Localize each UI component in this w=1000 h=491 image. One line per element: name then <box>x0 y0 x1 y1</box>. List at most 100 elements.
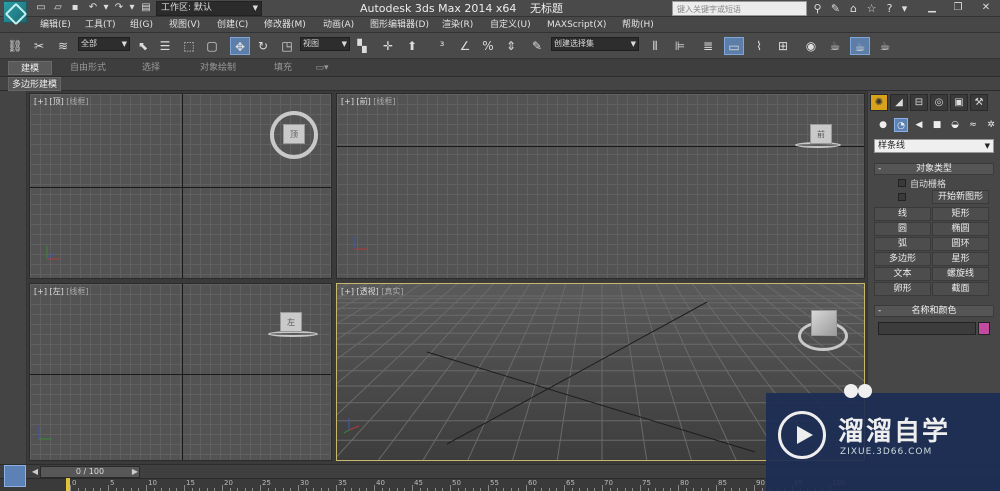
help-icon[interactable]: ? <box>882 1 897 16</box>
name-and-color-rollout[interactable]: - 名称和颜色 <box>874 305 994 317</box>
object-category-dropdown[interactable]: 样条线 ▼ <box>874 139 994 153</box>
workspace-dropdown[interactable]: 工作区: 默认 ▼ <box>156 1 262 16</box>
object-name-field[interactable] <box>878 322 976 335</box>
snaps-toggle-icon[interactable]: ³ <box>432 37 452 55</box>
rendered-frame-window-icon[interactable]: ☕ <box>850 37 870 55</box>
select-and-rotate-icon[interactable]: ↻ <box>253 37 273 55</box>
select-object-icon[interactable]: ⬉ <box>133 37 153 55</box>
viewport-plus-menu[interactable]: [+] <box>341 287 354 296</box>
favorites-icon[interactable]: ☆ <box>864 1 879 16</box>
tab-modeling[interactable]: 建模 <box>8 61 52 75</box>
display-tab-icon[interactable]: ▣ <box>950 94 968 111</box>
viewport-label[interactable]: [+] [顶] [线框] <box>34 96 89 107</box>
create-tab-icon[interactable]: ✺ <box>870 94 888 111</box>
start-new-shape-checkbox[interactable] <box>898 193 906 201</box>
previous-frame-icon[interactable]: ◀ <box>30 466 40 478</box>
pivot-center-icon[interactable]: ▚ <box>352 37 372 55</box>
hierarchy-tab-icon[interactable]: ⊟ <box>910 94 928 111</box>
curve-editor-icon[interactable]: ⌇ <box>749 37 769 55</box>
viewcube[interactable]: 前 <box>810 124 832 144</box>
viewcube[interactable] <box>811 310 837 336</box>
edit-named-selection-icon[interactable]: ✎ <box>527 37 547 55</box>
shapes-icon[interactable]: ◔ <box>894 118 908 132</box>
viewport-label[interactable]: [+] [透视] [真实] <box>341 286 404 297</box>
restore-icon[interactable]: ❐ <box>946 0 970 16</box>
viewport-plus-menu[interactable]: [+] <box>34 97 47 106</box>
undo-dropdown-icon[interactable]: ▾ <box>100 2 112 14</box>
viewport-shading[interactable]: [线框] <box>373 97 395 106</box>
ngon-button[interactable]: 多边形 <box>874 252 931 266</box>
reference-coord-dropdown[interactable]: 视图 ▼ <box>300 37 350 51</box>
systems-icon[interactable]: ✲ <box>984 118 998 132</box>
app-logo-icon[interactable] <box>3 1 27 23</box>
geometry-icon[interactable]: ● <box>876 118 890 132</box>
lights-icon[interactable]: ◀ <box>912 118 926 132</box>
render-setup-icon[interactable]: ☕ <box>825 37 845 55</box>
select-manipulate-icon[interactable]: ✛ <box>378 37 398 55</box>
menu-rendering[interactable]: 渲染(R) <box>442 17 473 33</box>
helix-button[interactable]: 螺旋线 <box>932 267 989 281</box>
named-selection-dropdown[interactable]: 创建选择集 ▼ <box>551 37 639 51</box>
window-crossing-icon[interactable]: ▢ <box>202 37 222 55</box>
start-new-shape-button[interactable]: 开始新图形 <box>932 190 989 204</box>
spinner-snap-icon[interactable]: ⇕ <box>501 37 521 55</box>
redo-icon[interactable]: ↷ <box>113 2 125 14</box>
section-button[interactable]: 截面 <box>932 282 989 296</box>
auto-grid-checkbox[interactable] <box>898 179 906 187</box>
layer-manager-icon[interactable]: ≣ <box>698 37 718 55</box>
viewcube[interactable]: 顶 <box>283 124 305 144</box>
viewport-name[interactable]: [左] <box>50 287 64 296</box>
object-color-swatch[interactable] <box>978 322 990 335</box>
helpers-icon[interactable]: ◒ <box>948 118 962 132</box>
redo-dropdown-icon[interactable]: ▾ <box>126 2 138 14</box>
menu-graph-editors[interactable]: 图形编辑器(D) <box>370 17 429 33</box>
subscription-icon[interactable]: ✎ <box>828 1 843 16</box>
new-file-icon[interactable]: ▭ <box>35 2 47 14</box>
percent-snap-icon[interactable]: % <box>478 37 498 55</box>
menu-views[interactable]: 视图(V) <box>169 17 200 33</box>
schematic-view-icon[interactable]: ⊞ <box>773 37 793 55</box>
select-by-name-icon[interactable]: ☰ <box>155 37 175 55</box>
star-button[interactable]: 星形 <box>932 252 989 266</box>
bind-space-warp-icon[interactable]: ≋ <box>53 37 73 55</box>
close-icon[interactable]: ✕ <box>974 0 998 16</box>
donut-button[interactable]: 圆环 <box>932 237 989 251</box>
menu-help[interactable]: 帮助(H) <box>622 17 654 33</box>
viewport-name[interactable]: [透视] <box>357 287 379 296</box>
project-folder-icon[interactable]: ▤ <box>140 2 152 14</box>
undo-icon[interactable]: ↶ <box>87 2 99 14</box>
viewport-name[interactable]: [顶] <box>50 97 64 106</box>
menu-animation[interactable]: 动画(A) <box>323 17 354 33</box>
viewport-label[interactable]: [+] [前] [线框] <box>341 96 396 107</box>
open-file-icon[interactable]: ▱ <box>52 2 64 14</box>
viewport-top[interactable]: [+] [顶] [线框] 顶 <box>29 93 332 279</box>
keyboard-shortcut-override-icon[interactable]: ⬆ <box>402 37 422 55</box>
polygon-modeling-panel[interactable]: 多边形建模 <box>8 77 62 91</box>
menu-edit[interactable]: 编辑(E) <box>40 17 71 33</box>
select-and-move-icon[interactable]: ✥ <box>230 37 250 55</box>
selection-filter-dropdown[interactable]: 全部 ▼ <box>78 37 130 51</box>
egg-button[interactable]: 卵形 <box>874 282 931 296</box>
tab-object-paint[interactable]: 对象绘制 <box>188 61 248 75</box>
current-frame-marker[interactable] <box>66 478 70 491</box>
viewport-plus-menu[interactable]: [+] <box>34 287 47 296</box>
viewport-shading[interactable]: [线框] <box>66 287 88 296</box>
line-button[interactable]: 线 <box>874 207 931 221</box>
menu-modifiers[interactable]: 修改器(M) <box>264 17 306 33</box>
viewcube[interactable]: 左 <box>280 312 302 332</box>
search-input[interactable]: 键入关键字或短语 <box>672 1 807 16</box>
arc-button[interactable]: 弧 <box>874 237 931 251</box>
align-icon[interactable]: ⊫ <box>670 37 690 55</box>
material-editor-icon[interactable]: ◉ <box>801 37 821 55</box>
cameras-icon[interactable]: ■ <box>930 118 944 132</box>
save-icon[interactable]: ▪ <box>69 2 81 14</box>
tab-selection[interactable]: 选择 <box>128 61 174 75</box>
minimize-icon[interactable]: ▁ <box>920 0 944 16</box>
space-warps-icon[interactable]: ≈ <box>966 118 980 132</box>
unlink-icon[interactable]: ✂ <box>29 37 49 55</box>
ribbon-options-icon[interactable]: ▭▾ <box>310 61 334 75</box>
select-and-link-icon[interactable]: ⛓ <box>5 37 25 55</box>
utilities-tab-icon[interactable]: ⚒ <box>970 94 988 111</box>
viewport-plus-menu[interactable]: [+] <box>341 97 354 106</box>
motion-tab-icon[interactable]: ◎ <box>930 94 948 111</box>
